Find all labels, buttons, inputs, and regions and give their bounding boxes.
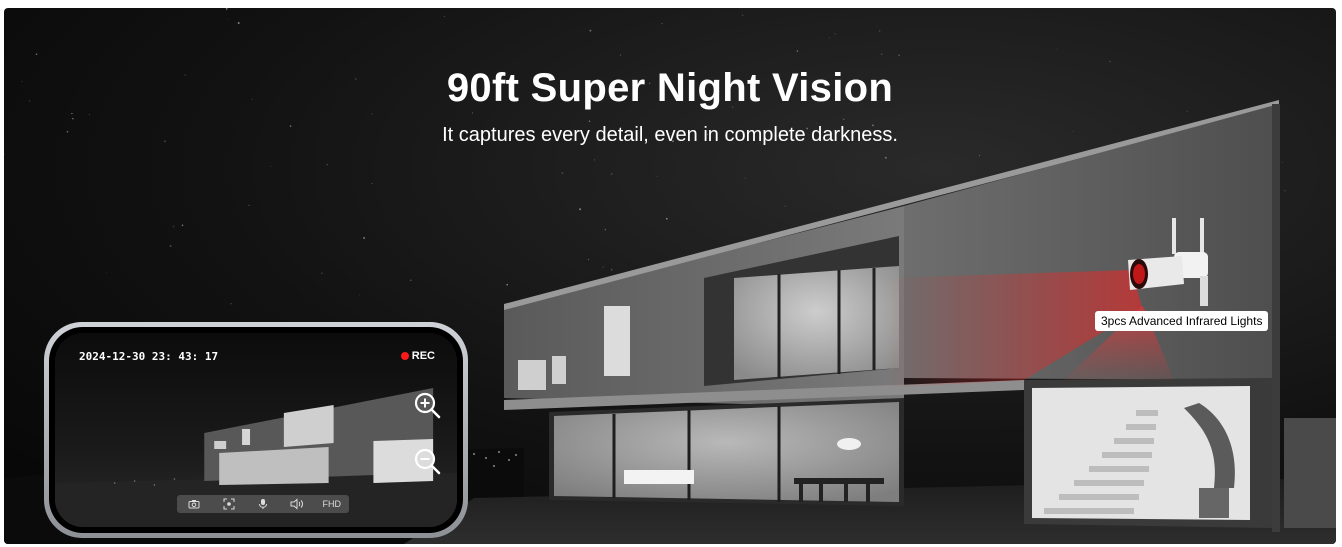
speaker-icon[interactable] [286, 497, 308, 511]
zoom-out-icon[interactable] [413, 447, 443, 477]
screenshot-icon[interactable] [218, 497, 240, 511]
camera-icon[interactable] [183, 497, 205, 511]
fhd-resolution-button[interactable]: FHD [321, 497, 343, 511]
zoom-in-icon[interactable] [413, 391, 443, 421]
infrared-lights-callout: 3pcs Advanced Infrared Lights [1095, 311, 1269, 331]
rec-indicator: REC [400, 350, 435, 362]
rec-dot-icon [400, 352, 409, 360]
banner-subline: It captures every detail, even in comple… [442, 124, 898, 146]
phone-mockup: 2024-12-30 23: 43: 17 REC FHD [44, 322, 468, 538]
rec-label: REC [411, 350, 435, 362]
banner-headline: 90ft Super Night Vision [446, 66, 894, 110]
phone-bezel: 2024-12-30 23: 43: 17 REC FHD [49, 327, 463, 533]
live-view-screen: 2024-12-30 23: 43: 17 REC FHD [55, 333, 457, 527]
live-view-controls: FHD [177, 495, 349, 513]
recording-timestamp: 2024-12-30 23: 43: 17 [79, 350, 219, 363]
microphone-icon[interactable] [252, 497, 274, 511]
night-vision-banner: 90ft Super Night Vision It captures ever… [4, 8, 1336, 544]
